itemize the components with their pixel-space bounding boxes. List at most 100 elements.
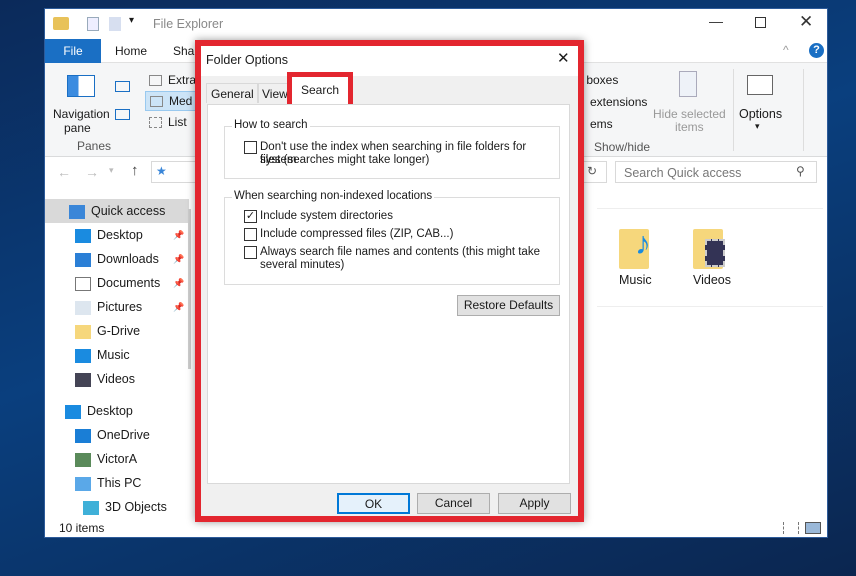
layout-list[interactable]: List bbox=[149, 115, 187, 129]
search-input[interactable]: Search Quick access ⚲ bbox=[615, 161, 817, 183]
divider bbox=[597, 208, 823, 209]
sidebar-item-label: Videos bbox=[97, 372, 135, 386]
sidebar-item-label: 3D Objects bbox=[105, 500, 167, 514]
star-icon: ★ bbox=[156, 164, 167, 178]
sidebar-item-videos[interactable]: Videos bbox=[45, 367, 189, 391]
title-bar: ▾ File Explorer — ✕ bbox=[45, 9, 827, 39]
close-button[interactable]: ✕ bbox=[799, 12, 813, 32]
dialog-title: Folder Options bbox=[206, 53, 288, 67]
checkbox-label: several minutes) bbox=[260, 259, 345, 271]
preview-pane-icon[interactable] bbox=[115, 81, 130, 92]
sidebar-item-g-drive[interactable]: G-Drive bbox=[45, 319, 189, 343]
file-extensions-option[interactable]: extensions bbox=[590, 95, 647, 109]
document-icon bbox=[75, 276, 91, 291]
sidebar-item-label: Documents bbox=[97, 276, 161, 290]
navigation-pane-button[interactable]: Navigation bbox=[53, 107, 110, 121]
hide-selected-button[interactable]: Hide selected bbox=[653, 107, 726, 121]
sidebar-item-label: G-Drive bbox=[97, 324, 141, 338]
pin-icon[interactable]: 📌 bbox=[173, 295, 184, 319]
dialog-close-button[interactable]: ✕ bbox=[557, 49, 570, 67]
options-icon[interactable] bbox=[747, 75, 773, 95]
non-indexed-group: When searching non-indexed locations ✓ I… bbox=[224, 190, 560, 285]
hide-selected-icon bbox=[679, 71, 697, 97]
collapse-ribbon-icon[interactable]: ^ bbox=[783, 43, 789, 57]
sidebar-item-victora[interactable]: VictorA bbox=[45, 447, 189, 471]
download-icon bbox=[75, 252, 91, 267]
new-folder-icon[interactable] bbox=[109, 17, 121, 31]
sidebar-item-onedrive[interactable]: OneDrive bbox=[45, 423, 189, 447]
always-search-contents-checkbox[interactable] bbox=[244, 246, 257, 259]
sidebar-item-this-pc[interactable]: This PC bbox=[45, 471, 189, 495]
folder-label: Videos bbox=[693, 273, 731, 287]
details-view-icon[interactable] bbox=[783, 522, 799, 534]
maximize-button[interactable] bbox=[755, 17, 766, 28]
desktop-icon bbox=[65, 404, 81, 419]
cancel-button[interactable]: Cancel bbox=[417, 493, 490, 514]
sidebar-item-3d-objects[interactable]: 3D Objects bbox=[45, 495, 189, 519]
tab-panel: How to search Don't use the index when s… bbox=[207, 104, 570, 484]
sidebar-item-downloads[interactable]: Downloads 📌 bbox=[45, 247, 189, 271]
recent-dropdown-icon[interactable]: ▾ bbox=[109, 165, 114, 176]
folder-videos[interactable]: Videos bbox=[689, 229, 749, 289]
sidebar-item-music[interactable]: Music bbox=[45, 343, 189, 367]
tab-file[interactable]: File bbox=[45, 39, 101, 63]
status-bar: 10 items bbox=[45, 519, 827, 539]
sidebar-item-label: Music bbox=[97, 348, 130, 362]
navigation-pane-icon[interactable] bbox=[67, 75, 95, 97]
how-to-search-group: How to search Don't use the index when s… bbox=[224, 119, 560, 179]
options-dropdown-icon[interactable]: ▾ bbox=[755, 121, 760, 132]
music-note-icon: ♪ bbox=[635, 225, 651, 261]
desktop-icon bbox=[75, 228, 91, 243]
sidebar-item-pictures[interactable]: Pictures 📌 bbox=[45, 295, 189, 319]
group-label: How to search bbox=[232, 119, 310, 131]
large-icons-view-icon[interactable] bbox=[805, 522, 821, 534]
up-icon[interactable]: ↑ bbox=[131, 162, 139, 179]
sidebar-item-documents[interactable]: Documents 📌 bbox=[45, 271, 189, 295]
sidebar-item-label: Desktop bbox=[87, 404, 133, 418]
search-placeholder: Search Quick access bbox=[624, 166, 742, 180]
pin-icon[interactable]: 📌 bbox=[173, 271, 184, 295]
pin-icon[interactable]: 📌 bbox=[173, 223, 184, 247]
highlight-frame: Folder Options ✕ General View Search How… bbox=[195, 40, 584, 522]
properties-icon[interactable] bbox=[87, 17, 99, 31]
show-hide-group-label: Show/hide bbox=[594, 140, 651, 154]
apply-button[interactable]: Apply bbox=[498, 493, 571, 514]
nav-scrollbar[interactable] bbox=[188, 209, 191, 369]
include-system-directories-checkbox[interactable]: ✓ bbox=[244, 210, 257, 223]
tab-home[interactable]: Home bbox=[103, 39, 159, 63]
video-icon bbox=[75, 372, 91, 387]
dialog-title-bar: Folder Options ✕ bbox=[201, 46, 578, 76]
divider bbox=[597, 306, 823, 307]
options-button[interactable]: Options bbox=[739, 107, 782, 121]
help-icon[interactable]: ? bbox=[809, 43, 824, 58]
tab-search[interactable]: Search bbox=[292, 77, 348, 107]
forward-icon[interactable]: → bbox=[85, 164, 99, 180]
divider bbox=[733, 69, 734, 151]
include-compressed-files-checkbox[interactable] bbox=[244, 228, 257, 241]
restore-defaults-button[interactable]: Restore Defaults bbox=[457, 295, 560, 316]
folder-music[interactable]: ♪ Music bbox=[615, 225, 675, 289]
dont-use-index-checkbox[interactable] bbox=[244, 141, 257, 154]
layout-extra-large[interactable]: Extra bbox=[149, 73, 196, 87]
sidebar-item-label: Downloads bbox=[97, 252, 159, 266]
sidebar-item-desktop[interactable]: Desktop 📌 bbox=[45, 223, 189, 247]
minimize-button[interactable]: — bbox=[709, 13, 723, 29]
hidden-items-option[interactable]: ems bbox=[590, 117, 613, 131]
back-icon[interactable]: ← bbox=[57, 164, 71, 180]
checkbox-label: Include compressed files (ZIP, CAB...) bbox=[260, 228, 454, 240]
sidebar-item-desktop[interactable]: Desktop bbox=[45, 399, 189, 423]
folder-options-dialog: Folder Options ✕ General View Search How… bbox=[201, 46, 578, 516]
sidebar-item-quick-access[interactable]: Quick access bbox=[45, 199, 189, 223]
details-pane-icon[interactable] bbox=[115, 109, 130, 120]
divider bbox=[803, 69, 804, 151]
cloud-icon bbox=[75, 428, 91, 443]
checkbox-label: Always search file names and contents (t… bbox=[260, 246, 540, 258]
pin-icon[interactable]: 📌 bbox=[173, 247, 184, 271]
refresh-icon[interactable]: ↻ bbox=[587, 164, 597, 178]
tab-general[interactable]: General bbox=[206, 83, 259, 103]
cube-icon bbox=[83, 500, 99, 515]
customize-toolbar-icon[interactable]: ▾ bbox=[129, 15, 134, 26]
search-icon[interactable]: ⚲ bbox=[796, 164, 805, 178]
ok-button[interactable]: OK bbox=[337, 493, 410, 514]
layout-medium[interactable]: Med bbox=[145, 91, 198, 111]
